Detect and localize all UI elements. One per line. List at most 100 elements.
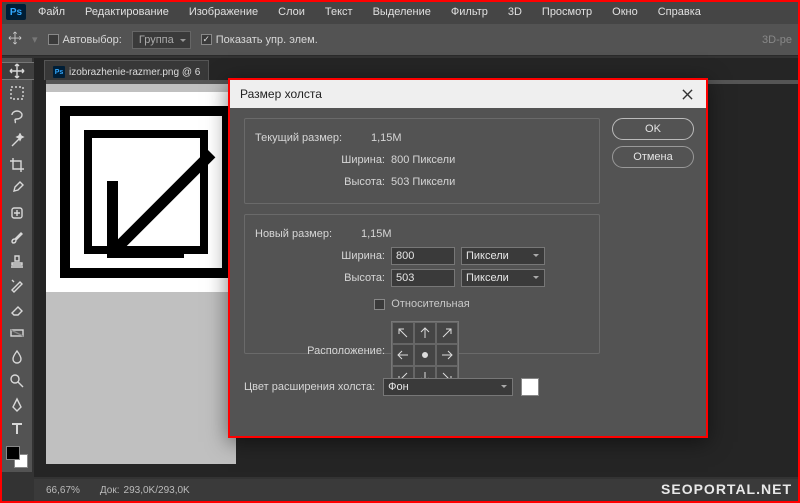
menu-image[interactable]: Изображение [181, 3, 266, 21]
anchor-n[interactable] [414, 322, 436, 344]
anchor-nw[interactable] [392, 322, 414, 344]
menu-text[interactable]: Текст [317, 3, 361, 21]
align-buttons [332, 30, 616, 50]
watermark: SEOPORTAL.NET [661, 481, 792, 497]
current-width-label: Ширина: [255, 154, 385, 166]
current-size-group: Текущий размер: 1,15M Ширина: 800 Пиксел… [244, 118, 600, 204]
healing-tool[interactable] [4, 202, 30, 224]
doc-size[interactable]: Док: 293,0K/293,0K [100, 485, 190, 496]
document-tabs: Ps izobrazhenie-razmer.png @ 6 [34, 58, 798, 80]
eraser-tool[interactable] [4, 298, 30, 320]
new-size-group: Новый размер: 1,15M Ширина: 800 Пиксели … [244, 214, 600, 354]
threed-label: 3D-ре [762, 34, 792, 46]
options-bar: ▾ Автовыбор: Группа Показать упр. элем. … [0, 24, 800, 56]
align-button[interactable] [548, 30, 568, 50]
show-controls-checkbox[interactable]: Показать упр. элем. [201, 34, 318, 46]
stamp-tool[interactable] [4, 250, 30, 272]
color-swatches[interactable] [6, 446, 28, 468]
document-tab-label: izobrazhenie-razmer.png @ 6 [69, 67, 200, 78]
menu-help[interactable]: Справка [650, 3, 709, 21]
anchor-e[interactable] [436, 344, 458, 366]
type-tool[interactable] [4, 418, 30, 440]
align-button[interactable] [476, 30, 496, 50]
new-height-label: Высота: [255, 272, 385, 284]
new-width-label: Ширина: [255, 250, 385, 262]
anchor-w[interactable] [392, 344, 414, 366]
foreground-color-swatch[interactable] [6, 446, 20, 460]
menu-file[interactable]: Файл [30, 3, 73, 21]
menu-window[interactable]: Окно [604, 3, 646, 21]
canvas-content [56, 102, 236, 282]
threed-mode-button[interactable] [728, 30, 752, 50]
ok-button[interactable]: OK [612, 118, 694, 140]
new-size-heading: Новый размер: [255, 228, 355, 240]
menu-select[interactable]: Выделение [365, 3, 439, 21]
align-button[interactable] [596, 30, 616, 50]
align-button[interactable] [356, 30, 376, 50]
current-size-heading: Текущий размер: [255, 132, 365, 144]
close-button[interactable] [672, 83, 702, 105]
close-icon [682, 89, 693, 100]
align-button[interactable] [404, 30, 424, 50]
align-button[interactable] [380, 30, 400, 50]
align-button[interactable] [572, 30, 592, 50]
dodge-tool[interactable] [4, 370, 30, 392]
brush-tool[interactable] [4, 226, 30, 248]
menu-layers[interactable]: Слои [270, 3, 313, 21]
canvas [46, 92, 236, 292]
align-button[interactable] [500, 30, 520, 50]
menu-view[interactable]: Просмотр [534, 3, 600, 21]
toolbox [2, 58, 32, 472]
blur-tool[interactable] [4, 346, 30, 368]
extension-color-select[interactable]: Фон [383, 378, 513, 396]
autoselect-checkbox[interactable]: Автовыбор: [48, 34, 122, 46]
autoselect-combo[interactable]: Группа [132, 31, 191, 49]
align-button[interactable] [524, 30, 544, 50]
anchor-label: Расположение: [255, 321, 385, 357]
pen-tool[interactable] [4, 394, 30, 416]
magic-wand-tool[interactable] [4, 130, 30, 152]
canvas-viewport[interactable] [46, 84, 236, 464]
menu-3d[interactable]: 3D [500, 3, 530, 21]
canvas-size-dialog: Размер холста Текущий размер: 1,15M Шири… [228, 78, 708, 438]
extension-color-row: Цвет расширения холста: Фон [230, 372, 706, 402]
eyedropper-tool[interactable] [4, 178, 30, 200]
zoom-level[interactable]: 66,67% [46, 485, 80, 496]
marquee-tool[interactable] [4, 82, 30, 104]
history-brush-tool[interactable] [4, 274, 30, 296]
checkbox-icon [48, 34, 59, 45]
anchor-ne[interactable] [436, 322, 458, 344]
width-unit-select[interactable]: Пиксели [461, 247, 545, 265]
move-tool-icon [8, 31, 22, 48]
ps-file-icon: Ps [53, 66, 65, 78]
align-button[interactable] [452, 30, 472, 50]
new-size-value: 1,15M [361, 228, 392, 240]
current-size-value: 1,15M [371, 132, 402, 144]
extension-color-swatch[interactable] [521, 378, 539, 396]
menu-edit[interactable]: Редактирование [77, 3, 177, 21]
document-tab[interactable]: Ps izobrazhenie-razmer.png @ 6 [44, 60, 209, 80]
gradient-tool[interactable] [4, 322, 30, 344]
show-controls-label: Показать упр. элем. [216, 34, 318, 46]
menu-filter[interactable]: Фильтр [443, 3, 496, 21]
current-height-label: Высота: [255, 176, 385, 188]
relative-checkbox[interactable] [374, 299, 385, 310]
height-unit-select[interactable]: Пиксели [461, 269, 545, 287]
width-input[interactable]: 800 [391, 247, 455, 265]
extension-color-label: Цвет расширения холста: [244, 381, 375, 393]
checkbox-icon [201, 34, 212, 45]
align-button[interactable] [332, 30, 352, 50]
crop-tool[interactable] [4, 154, 30, 176]
cancel-button[interactable]: Отмена [612, 146, 694, 168]
current-width-value: 800 Пиксели [391, 154, 455, 166]
app-logo: Ps [6, 4, 26, 20]
lasso-tool[interactable] [4, 106, 30, 128]
autoselect-label: Автовыбор: [63, 34, 122, 46]
anchor-center[interactable] [414, 344, 436, 366]
relative-label: Относительная [391, 298, 469, 310]
current-height-value: 503 Пиксели [391, 176, 455, 188]
dialog-titlebar[interactable]: Размер холста [230, 80, 706, 108]
height-input[interactable]: 503 [391, 269, 455, 287]
dialog-title: Размер холста [240, 87, 322, 101]
align-button[interactable] [428, 30, 448, 50]
